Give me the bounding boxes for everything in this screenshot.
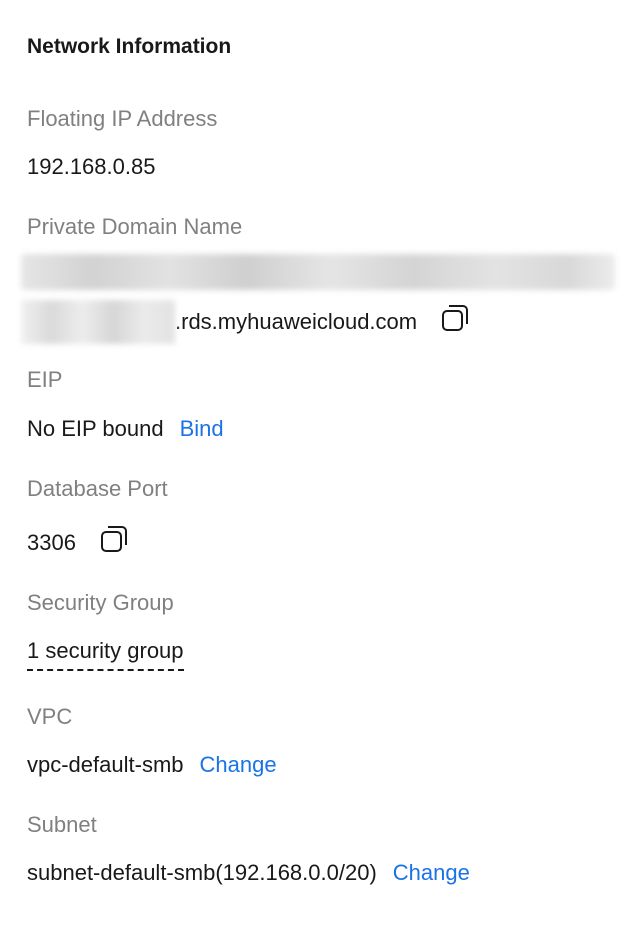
database-port-text: 3306 — [27, 530, 76, 555]
redacted-domain-prefix — [21, 300, 175, 344]
database-port-value: 3306 — [27, 525, 128, 561]
private-domain-suffix: .rds.myhuaweicloud.com — [175, 309, 418, 334]
bind-eip-link[interactable]: Bind — [180, 415, 224, 443]
change-vpc-link[interactable]: Change — [200, 751, 277, 779]
vpc-name-text: vpc-default-smb — [27, 752, 184, 777]
copy-icon-graphic — [100, 526, 127, 552]
subnet-value: subnet-default-smb(192.168.0.0/20) Chang… — [27, 859, 470, 887]
private-domain-label: Private Domain Name — [27, 214, 243, 239]
vpc-label: VPC — [27, 704, 73, 729]
subnet-label: Subnet — [27, 812, 97, 837]
copy-icon[interactable] — [100, 524, 128, 554]
floating-ip-value: 192.168.0.85 — [27, 153, 155, 181]
database-port-label: Database Port — [27, 476, 168, 501]
vpc-value: vpc-default-smb Change — [27, 751, 277, 779]
subnet-name-text: subnet-default-smb(192.168.0.0/20) — [27, 860, 377, 885]
eip-label: EIP — [27, 367, 63, 392]
copy-icon-graphic — [442, 305, 469, 331]
private-domain-value: .rds.myhuaweicloud.com — [21, 300, 469, 344]
floating-ip-text: 192.168.0.85 — [27, 154, 156, 179]
eip-value: No EIP bound Bind — [27, 415, 224, 443]
security-group-link[interactable]: 1 security group — [27, 637, 184, 671]
security-group-value: 1 security group — [27, 637, 184, 671]
copy-icon[interactable] — [441, 303, 469, 333]
redacted-domain-line — [21, 254, 615, 290]
floating-ip-label: Floating IP Address — [27, 106, 218, 131]
section-title: Network Information — [27, 35, 232, 58]
change-subnet-link[interactable]: Change — [393, 859, 470, 887]
security-group-label: Security Group — [27, 590, 174, 615]
eip-status-text: No EIP bound — [27, 416, 164, 441]
